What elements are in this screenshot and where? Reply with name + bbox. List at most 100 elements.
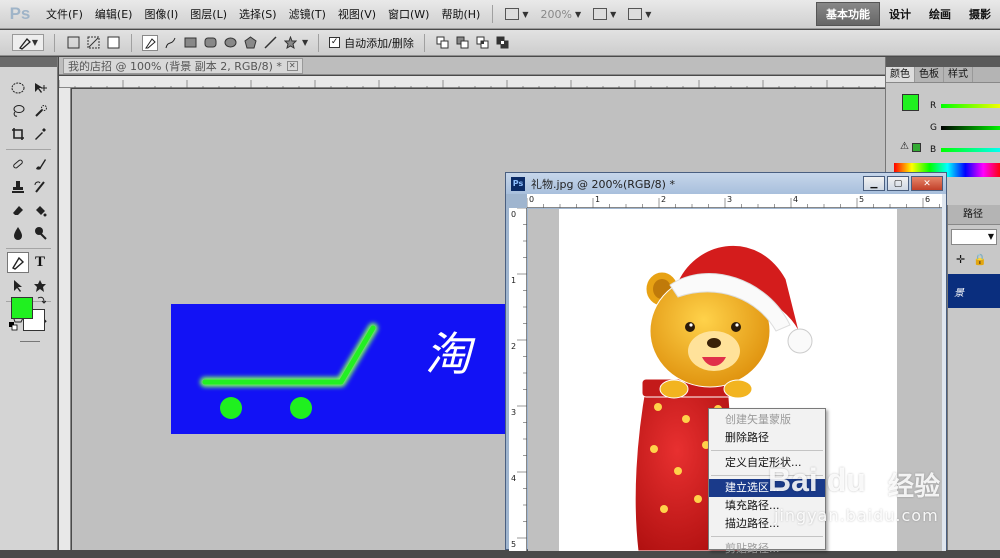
path-selection-icon[interactable] (7, 275, 29, 296)
blend-mode-select[interactable]: ▼ (951, 229, 997, 245)
shape-layers-icon[interactable] (65, 35, 81, 51)
ruler-label: 0 (529, 195, 534, 204)
arrange-documents-control[interactable]: ▼ (587, 8, 622, 20)
vertical-ruler[interactable] (59, 88, 71, 550)
screen-mode-control[interactable]: ▼ (499, 8, 534, 20)
menu-edit[interactable]: 编辑(E) (89, 6, 139, 22)
dodge-tool-icon[interactable] (29, 222, 51, 243)
close-icon[interactable]: ✕ (286, 61, 298, 71)
zoom-control[interactable]: 200% ▼ (535, 8, 588, 21)
fill-pixels-icon[interactable] (105, 35, 121, 51)
type-tool-icon[interactable]: T (29, 252, 51, 273)
ruler-label: 3 (511, 408, 516, 417)
line-icon[interactable] (262, 35, 278, 51)
path-combine-icon[interactable] (435, 35, 451, 51)
tab-paths[interactable]: 路径 (948, 205, 986, 224)
custom-shape-icon[interactable] (282, 35, 298, 51)
chevron-down-icon: ▼ (987, 232, 994, 241)
menu-separator (711, 450, 823, 451)
brush-tool-icon[interactable] (29, 153, 51, 174)
zoom-level: 200% (540, 7, 572, 21)
workspace-design[interactable]: 设计 (880, 3, 920, 25)
crop-tool-icon[interactable] (7, 123, 29, 144)
menu-help[interactable]: 帮助(H) (435, 6, 486, 22)
menu-file[interactable]: 文件(F) (40, 6, 89, 22)
workspace-switcher: 基本功能 设计 绘画 摄影 (816, 0, 1000, 28)
menu-filter[interactable]: 滤镜(T) (283, 6, 332, 22)
lasso-tool-icon[interactable] (7, 100, 29, 121)
ellipse-icon[interactable] (222, 35, 238, 51)
workspace-photography[interactable]: 摄影 (960, 3, 1000, 25)
menu-select[interactable]: 选择(S) (233, 6, 283, 22)
path-intersect-icon[interactable] (475, 35, 491, 51)
chevron-down-icon: ▼ (610, 9, 617, 19)
marquee-tool-icon[interactable] (7, 77, 29, 98)
document-tab-store-banner[interactable]: 我的店招 @ 100% (背景 副本 2, RGB/8) * ✕ (63, 58, 303, 74)
auto-add-delete-checkbox[interactable]: ✓ (329, 37, 341, 48)
channel-g-slider[interactable] (941, 126, 1000, 130)
channel-b-row: B (916, 139, 1000, 161)
lock-position-icon[interactable]: ✛ (956, 253, 965, 266)
context-menu-item[interactable]: 删除路径 (709, 429, 825, 447)
options-divider (131, 33, 132, 52)
minimize-button[interactable]: ▁ (863, 176, 885, 191)
quick-selection-icon[interactable] (29, 100, 51, 121)
eyedropper-tool-icon[interactable] (29, 123, 51, 144)
healing-brush-icon[interactable] (7, 153, 29, 174)
document-tab-title: 我的店招 @ 100% (背景 副本 2, RGB/8) * (68, 60, 282, 73)
tab-swatches[interactable]: 色板 (915, 67, 944, 82)
menu-layer[interactable]: 图层(L) (184, 6, 233, 22)
move-tool-icon[interactable] (29, 77, 51, 98)
ruler-label: 3 (727, 195, 732, 204)
polygon-icon[interactable] (242, 35, 258, 51)
default-colors-icon[interactable] (9, 322, 18, 331)
quick-mask-divider (20, 341, 40, 342)
close-button[interactable]: ✕ (911, 176, 943, 191)
menu-view[interactable]: 视图(V) (332, 6, 382, 22)
swap-colors-icon[interactable] (36, 295, 46, 305)
pen-tool-icon[interactable] (7, 252, 29, 273)
panel-dock-header[interactable] (886, 57, 1000, 67)
toolbox-header[interactable] (0, 57, 57, 67)
workspace-painting[interactable]: 绘画 (920, 3, 960, 25)
channel-b-slider[interactable] (941, 148, 1000, 152)
channel-g-label: G (930, 123, 937, 133)
vertical-ruler[interactable]: 0 1 2 3 4 5 (509, 207, 527, 551)
lock-all-icon[interactable]: 🔒 (973, 253, 987, 266)
tool-preset-picker[interactable]: ▼ (12, 34, 44, 51)
tab-styles[interactable]: 样式 (944, 67, 973, 82)
channel-r-label: R (930, 101, 937, 111)
foreground-color-swatch[interactable] (11, 297, 33, 319)
clone-stamp-icon[interactable] (7, 176, 29, 197)
gamut-warning-icon[interactable]: ⚠ (900, 141, 909, 152)
menu-image[interactable]: 图像(I) (138, 6, 184, 22)
freeform-pen-icon[interactable] (162, 35, 178, 51)
chevron-down-icon[interactable]: ▼ (302, 38, 308, 47)
path-exclude-icon[interactable] (495, 35, 511, 51)
options-bar: ▼ ▼ ✓ 自动添加/删除 (0, 30, 1000, 56)
ruler-label: 1 (595, 195, 600, 204)
channel-r-slider[interactable] (941, 104, 1000, 108)
history-brush-icon[interactable] (29, 176, 51, 197)
tab-color[interactable]: 颜色 (886, 67, 915, 82)
gamut-swatch[interactable] (912, 143, 921, 152)
ruler-label: 4 (511, 474, 516, 483)
eraser-tool-icon[interactable] (7, 199, 29, 220)
screen-view-control[interactable]: ▼ (622, 8, 657, 20)
paths-mode-icon[interactable] (85, 35, 101, 51)
color-panel-tabs: 颜色 色板 样式 (886, 67, 1000, 83)
custom-shape-tool-icon[interactable] (29, 275, 51, 296)
banner-text: 淘 (425, 327, 471, 381)
blur-tool-icon[interactable] (7, 222, 29, 243)
layer-row-selected[interactable]: 景 (948, 274, 1000, 308)
path-subtract-icon[interactable] (455, 35, 471, 51)
pen-tool-option-icon[interactable] (142, 34, 158, 51)
rounded-rectangle-icon[interactable] (202, 35, 218, 51)
menu-window[interactable]: 窗口(W) (382, 6, 435, 22)
maximize-button[interactable]: ▢ (887, 176, 909, 191)
paint-bucket-icon[interactable] (29, 199, 51, 220)
horizontal-ruler[interactable]: 0 1 2 3 4 5 6 (526, 194, 944, 208)
rectangle-icon[interactable] (182, 35, 198, 51)
horizontal-ruler[interactable] (58, 76, 885, 90)
workspace-essentials[interactable]: 基本功能 (816, 2, 880, 26)
